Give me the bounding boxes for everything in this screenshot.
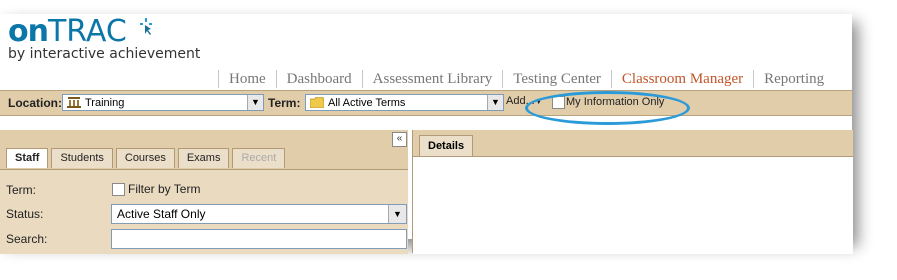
logo-tagline: by interactive achievement bbox=[8, 46, 201, 62]
nav-item-home[interactable]: Home bbox=[218, 70, 276, 88]
tab-students[interactable]: Students bbox=[51, 148, 113, 168]
term-select[interactable]: All Active Terms ▼ bbox=[305, 94, 504, 111]
search-input[interactable] bbox=[111, 229, 407, 249]
location-select[interactable]: Training ▼ bbox=[62, 94, 264, 111]
location-label: Location: bbox=[8, 96, 62, 110]
staff-filter-form: Term: Filter by Term Status: Active Staf… bbox=[0, 169, 408, 254]
tab-courses[interactable]: Courses bbox=[115, 148, 175, 168]
chevron-down-icon[interactable]: ▼ bbox=[247, 95, 263, 110]
nav-item-reporting[interactable]: Reporting bbox=[753, 70, 834, 88]
highlight-ellipse bbox=[525, 91, 690, 125]
tab-exams[interactable]: Exams bbox=[177, 148, 230, 168]
tab-details[interactable]: Details bbox=[419, 135, 474, 156]
brand-logo: onTRAC by interactive achievement bbox=[8, 14, 200, 62]
main-nav: Home Dashboard Assessment Library Testing C… bbox=[218, 70, 834, 88]
chevron-down-icon[interactable]: ▼ bbox=[487, 95, 503, 110]
logo-wordmark: onTRAC bbox=[8, 14, 200, 50]
logo-on: on bbox=[8, 14, 49, 49]
filter-toolbar: Location: Training ▼ Term: All Active Te… bbox=[0, 90, 852, 116]
term-filter-label: Term: bbox=[6, 183, 36, 197]
left-tabs: Staff Students Courses Exams Recent bbox=[6, 148, 288, 168]
app-window: onTRAC by interactive achievement Home Da… bbox=[0, 14, 853, 254]
term-value: All Active Terms bbox=[328, 97, 406, 109]
details-content bbox=[413, 156, 853, 254]
status-value: Active Staff Only bbox=[117, 207, 206, 221]
tab-recent: Recent bbox=[232, 148, 286, 168]
term-label: Term: bbox=[268, 96, 301, 110]
status-label: Status: bbox=[6, 207, 44, 221]
location-value: Training bbox=[85, 97, 125, 109]
nav-item-classroom-manager[interactable]: Classroom Manager bbox=[610, 70, 753, 88]
right-panel: Details bbox=[412, 130, 853, 254]
logo-trac: TRAC bbox=[47, 14, 127, 49]
chevron-down-icon[interactable]: ▼ bbox=[388, 205, 406, 223]
filter-by-term-checkbox[interactable] bbox=[112, 183, 125, 196]
filter-by-term-label: Filter by Term bbox=[128, 182, 201, 196]
building-icon bbox=[67, 97, 81, 108]
sparkle-icon bbox=[140, 18, 152, 35]
left-panel: « Staff Students Courses Exams Recent Term: … bbox=[0, 130, 408, 254]
nav-item-dashboard[interactable]: Dashboard bbox=[275, 70, 362, 88]
nav-item-assessment-library[interactable]: Assessment Library bbox=[361, 70, 503, 88]
search-label: Search: bbox=[6, 232, 48, 246]
collapse-panel-button[interactable]: « bbox=[392, 132, 407, 147]
status-select[interactable]: Active Staff Only ▼ bbox=[111, 204, 407, 224]
folder-icon bbox=[310, 97, 324, 108]
nav-item-testing-center[interactable]: Testing Center bbox=[502, 70, 611, 88]
tab-staff[interactable]: Staff bbox=[6, 148, 49, 168]
